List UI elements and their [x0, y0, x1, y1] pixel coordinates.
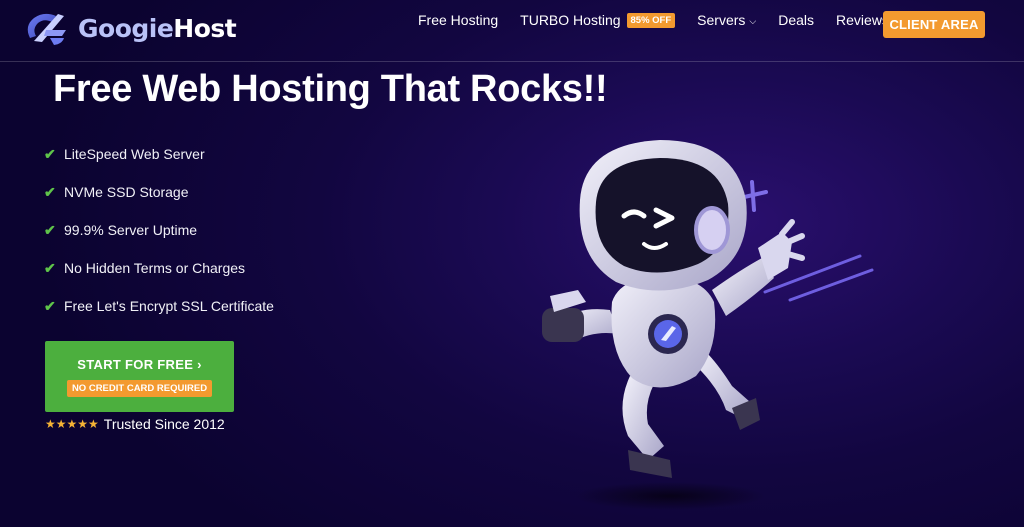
feature-text: 99.9% Server Uptime — [64, 222, 198, 238]
feature-item: ✔ 99.9% Server Uptime — [44, 211, 274, 249]
client-area-label: CLIENT AREA — [889, 17, 979, 32]
check-icon: ✔ — [44, 297, 56, 314]
chevron-down-icon: ⌵ — [749, 15, 757, 26]
check-icon: ✔ — [44, 145, 56, 162]
feature-item: ✔ NVMe SSD Storage — [44, 173, 274, 211]
no-credit-card-badge: NO CREDIT CARD REQUIRED — [66, 379, 213, 397]
brand-name-part1: Googie — [78, 13, 174, 43]
feature-text: LiteSpeed Web Server — [64, 146, 205, 162]
client-area-button[interactable]: CLIENT AREA — [883, 11, 985, 38]
nav-reviews-label: Reviews — [836, 12, 889, 28]
feature-item: ✔ LiteSpeed Web Server — [44, 135, 274, 173]
nav-servers-label: Servers — [697, 12, 746, 28]
feature-item: ✔ Free Let's Encrypt SSL Certificate — [44, 287, 274, 325]
feature-text: No Hidden Terms or Charges — [64, 260, 246, 276]
site-header: GoogieHost Free Hosting TURBO Hosting 85… — [0, 0, 1024, 62]
googiehost-logo-icon — [27, 13, 66, 45]
feature-item: ✔ No Hidden Terms or Charges — [44, 249, 274, 287]
nav-deals[interactable]: Deals — [778, 12, 814, 28]
nav-free-hosting[interactable]: Free Hosting — [418, 12, 498, 28]
cta-label: START FOR FREE › — [77, 357, 201, 372]
check-icon: ✔ — [44, 183, 56, 200]
trust-line: ★★★★★ Trusted Since 2012 — [45, 416, 225, 432]
nav-free-hosting-label: Free Hosting — [418, 12, 499, 28]
nav-turbo-hosting[interactable]: TURBO Hosting 85% OFF — [520, 12, 676, 28]
brand-logo[interactable]: GoogieHost — [20, 8, 237, 48]
hero-title: Free Web Hosting That Rocks!! — [53, 68, 608, 110]
start-for-free-button[interactable]: START FOR FREE › NO CREDIT CARD REQUIRED — [45, 341, 234, 412]
brand-name-part2: Host — [173, 13, 237, 43]
nav-turbo-hosting-label: TURBO Hosting — [520, 12, 621, 28]
chevron-right-icon: › — [197, 356, 202, 372]
trusted-text: Trusted Since 2012 — [103, 416, 225, 432]
discount-badge: 85% OFF — [626, 12, 676, 28]
check-icon: ✔ — [44, 259, 56, 276]
feature-text: NVMe SSD Storage — [64, 184, 189, 200]
star-rating-icon: ★★★★★ — [45, 417, 99, 431]
feature-text: Free Let's Encrypt SSL Certificate — [64, 298, 274, 314]
cta-label-text: START FOR FREE — [77, 356, 194, 372]
brand-name: GoogieHost — [78, 13, 237, 43]
page: GoogieHost Free Hosting TURBO Hosting 85… — [0, 0, 1024, 527]
feature-list: ✔ LiteSpeed Web Server ✔ NVMe SSD Storage … — [44, 135, 274, 325]
main-nav: Free Hosting TURBO Hosting 85% OFF Serve… — [418, 12, 900, 28]
nav-servers[interactable]: Servers ⌵ — [697, 12, 756, 28]
astronaut-mascot — [542, 140, 874, 510]
check-icon: ✔ — [44, 221, 56, 238]
nav-deals-label: Deals — [778, 12, 815, 28]
